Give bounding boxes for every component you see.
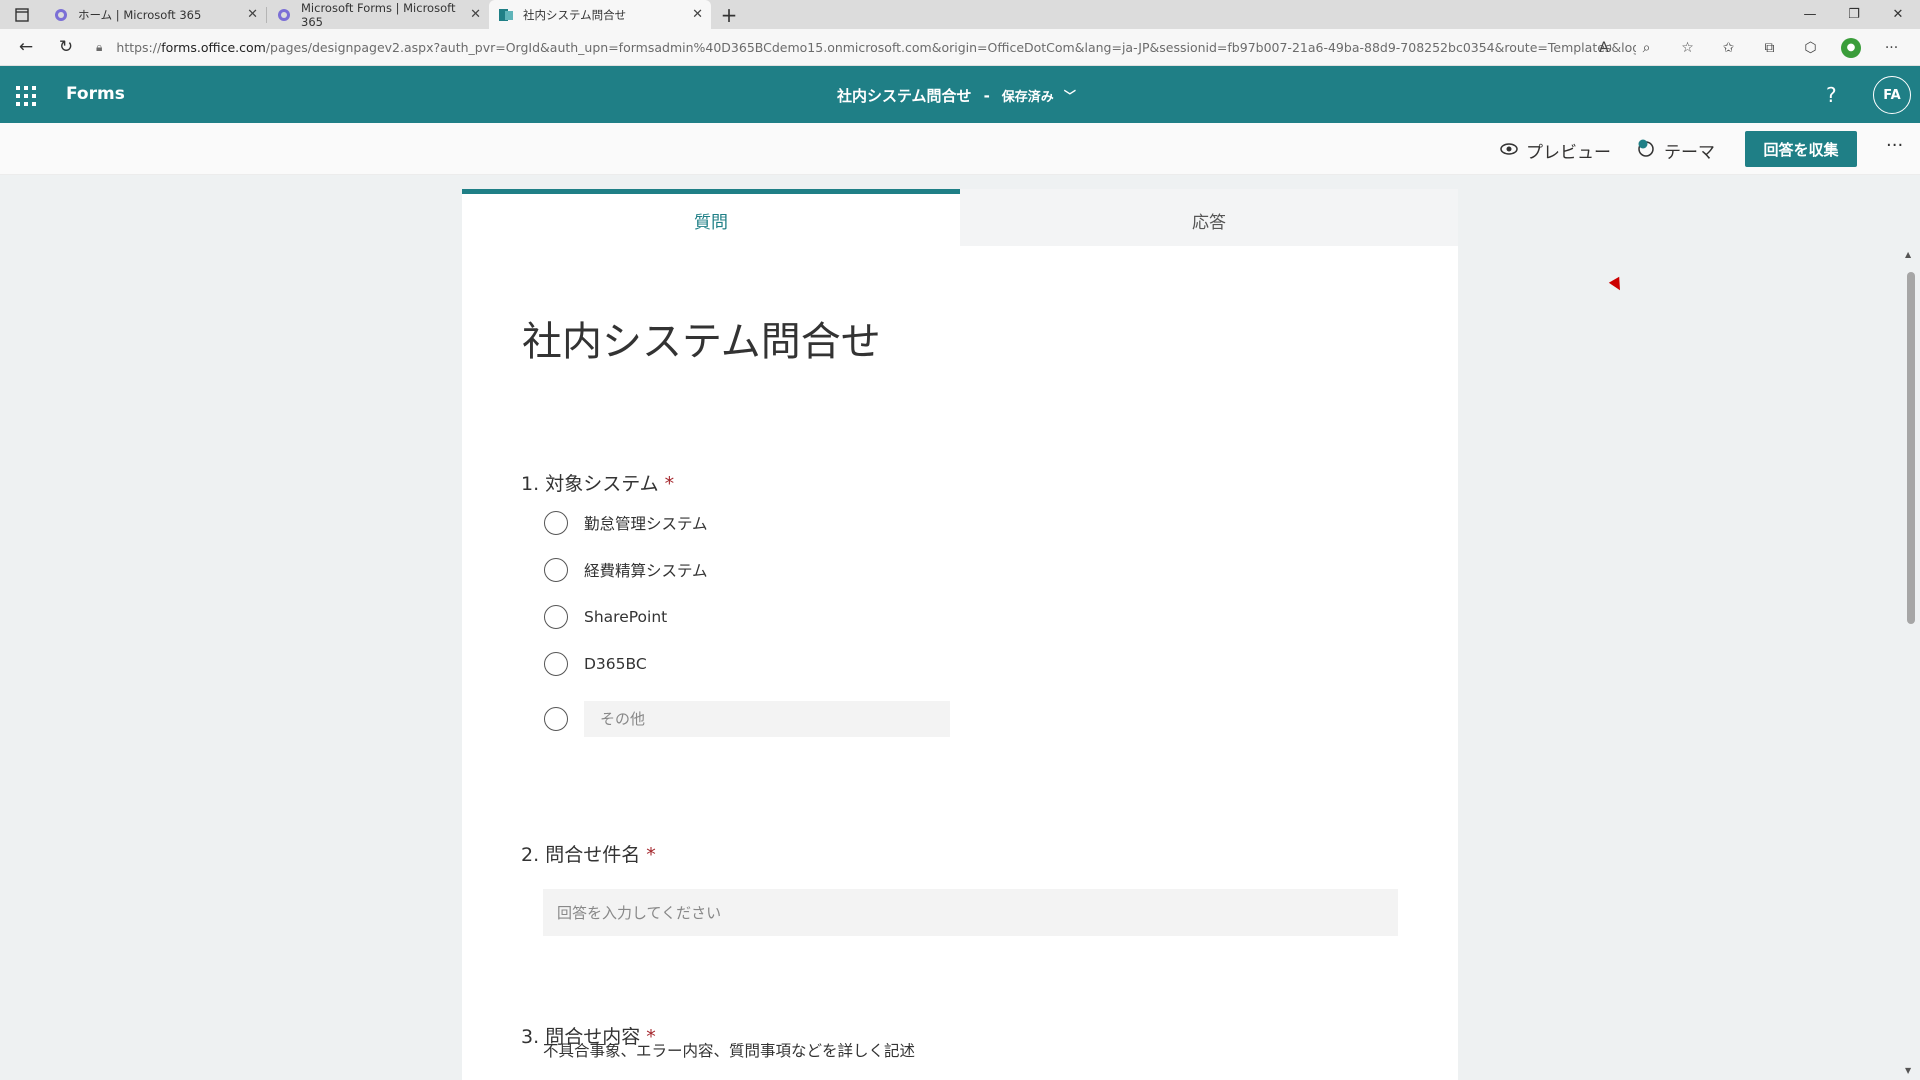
- restore-icon[interactable]: ❐: [1832, 0, 1876, 29]
- option-expense[interactable]: 経費精算システム: [544, 558, 708, 582]
- option-other[interactable]: [544, 701, 950, 737]
- close-tab-icon[interactable]: ✕: [692, 7, 703, 22]
- read-aloud-icon[interactable]: A): [1585, 29, 1626, 66]
- question-text: 対象システム: [545, 473, 659, 495]
- refresh-icon[interactable]: ↻: [46, 29, 86, 66]
- browser-tab-forms[interactable]: Microsoft Forms | Microsoft 365 ✕: [267, 0, 489, 29]
- collect-responses-button[interactable]: 回答を収集: [1745, 131, 1857, 167]
- close-tab-icon[interactable]: ✕: [470, 7, 481, 22]
- tab-actions-button[interactable]: [0, 0, 44, 29]
- question-number: 1.: [521, 473, 540, 495]
- extensions-icon[interactable]: ⬡: [1790, 29, 1831, 66]
- lock-icon: 🔒︎: [96, 40, 103, 54]
- question-text: 問合せ件名: [545, 844, 641, 866]
- theme-label: テーマ: [1664, 143, 1715, 163]
- document-title[interactable]: 社内システム問合せ - 保存済み ﹀: [837, 85, 1076, 106]
- question-3-description: 不具合事象、エラー内容、質問事項などを詳しく記述: [543, 1042, 916, 1060]
- browser-toolbar: A) ⌕ ☆ ✩ ⧉ ⬡ ● ···: [1585, 29, 1912, 66]
- chevron-down-icon: ﹀: [1063, 89, 1076, 103]
- more-options-icon[interactable]: ···: [1886, 135, 1903, 156]
- other-input[interactable]: [584, 701, 950, 737]
- scrollbar-thumb[interactable]: [1907, 272, 1915, 624]
- url-scheme: https://: [116, 40, 162, 55]
- doc-title-text: 社内システム問合せ: [837, 87, 972, 105]
- scroll-up-icon[interactable]: ▲: [1905, 250, 1911, 259]
- question-number: 2.: [521, 844, 540, 866]
- palette-icon: [1636, 138, 1656, 163]
- forms-icon: [499, 8, 513, 22]
- option-sharepoint[interactable]: SharePoint: [544, 605, 667, 629]
- new-tab-button[interactable]: +: [711, 0, 747, 29]
- radio-button[interactable]: [544, 707, 568, 731]
- command-bar: プレビュー テーマ 回答を収集 ···: [0, 123, 1920, 175]
- question-1-title[interactable]: 1. 対象システム *: [521, 469, 674, 496]
- browser-tab-strip: ホーム | Microsoft 365 ✕ Microsoft Forms | …: [0, 0, 1920, 29]
- tab-questions[interactable]: 質問: [462, 189, 960, 246]
- forms-header: Forms 社内システム問合せ - 保存済み ﹀ ? FA: [0, 66, 1920, 123]
- collections-icon[interactable]: ⧉: [1749, 29, 1790, 66]
- required-marker: *: [664, 473, 675, 495]
- title-separator: -: [983, 86, 990, 105]
- browser-menu-icon[interactable]: ···: [1871, 29, 1912, 66]
- app-name[interactable]: Forms: [66, 84, 125, 104]
- radio-button[interactable]: [544, 652, 568, 676]
- tab-actions-icon: [15, 7, 29, 22]
- required-marker: *: [646, 844, 656, 866]
- url-field[interactable]: 🔒︎ https://forms.office.com/pages/design…: [96, 33, 1636, 62]
- address-bar: ← ↻ 🔒︎ https://forms.office.com/pages/de…: [0, 29, 1920, 66]
- m365-icon: [54, 8, 68, 22]
- question-2-title[interactable]: 2. 問合せ件名 *: [521, 840, 656, 867]
- option-attendance[interactable]: 勤怠管理システム: [544, 511, 708, 535]
- close-window-icon[interactable]: ✕: [1876, 0, 1920, 29]
- option-label: D365BC: [584, 655, 647, 673]
- tab-responses[interactable]: 応答: [960, 189, 1458, 246]
- tab-title: ホーム | Microsoft 365: [78, 7, 202, 22]
- eye-icon: [1500, 141, 1518, 161]
- app-launcher-icon[interactable]: [14, 84, 36, 106]
- form-tabs: 質問 応答: [462, 189, 1458, 246]
- radio-button[interactable]: [544, 558, 568, 582]
- save-status: 保存済み: [1001, 90, 1054, 105]
- answer-input[interactable]: [543, 889, 1398, 936]
- url-path: /pages/designpagev2.aspx?auth_pvr=OrgId&…: [265, 40, 1636, 55]
- preview-button[interactable]: プレビュー: [1500, 138, 1611, 163]
- zoom-icon[interactable]: ⌕: [1626, 29, 1667, 66]
- form-card: 質問 応答 社内システム問合せ 1. 対象システム * 勤怠管理システム 経費精算…: [462, 189, 1458, 1080]
- question-number: 3.: [521, 1026, 540, 1048]
- option-label: 経費精算システム: [584, 562, 708, 580]
- help-icon[interactable]: ?: [1826, 83, 1837, 107]
- minimize-icon[interactable]: —: [1788, 0, 1832, 29]
- tab-title: 社内システム問合せ: [523, 7, 627, 22]
- tab-title: Microsoft Forms | Microsoft 365: [301, 0, 456, 29]
- profile-icon[interactable]: ●: [1841, 37, 1861, 58]
- radio-button[interactable]: [544, 511, 568, 535]
- m365-icon: [277, 8, 291, 22]
- preview-label: プレビュー: [1526, 143, 1611, 163]
- add-favorite-icon[interactable]: ☆: [1667, 29, 1708, 66]
- browser-tab-home[interactable]: ホーム | Microsoft 365 ✕: [44, 0, 266, 29]
- avatar[interactable]: FA: [1873, 76, 1911, 114]
- option-label: 勤怠管理システム: [584, 515, 708, 533]
- radio-button[interactable]: [544, 605, 568, 629]
- scroll-down-icon[interactable]: ▼: [1905, 1066, 1911, 1075]
- browser-tab-form-editor[interactable]: 社内システム問合せ ✕: [489, 0, 711, 29]
- form-canvas: 質問 応答 社内システム問合せ 1. 対象システム * 勤怠管理システム 経費精算…: [0, 175, 1920, 1080]
- form-title[interactable]: 社内システム問合せ: [522, 309, 881, 367]
- favorites-icon[interactable]: ✩: [1708, 29, 1749, 66]
- option-label: SharePoint: [584, 608, 668, 626]
- option-d365bc[interactable]: D365BC: [544, 652, 647, 676]
- window-controls: — ❐ ✕: [1788, 0, 1920, 29]
- close-tab-icon[interactable]: ✕: [247, 7, 258, 22]
- theme-button[interactable]: テーマ: [1636, 138, 1715, 163]
- back-icon[interactable]: ←: [6, 29, 46, 66]
- url-host: forms.office.com: [161, 40, 266, 55]
